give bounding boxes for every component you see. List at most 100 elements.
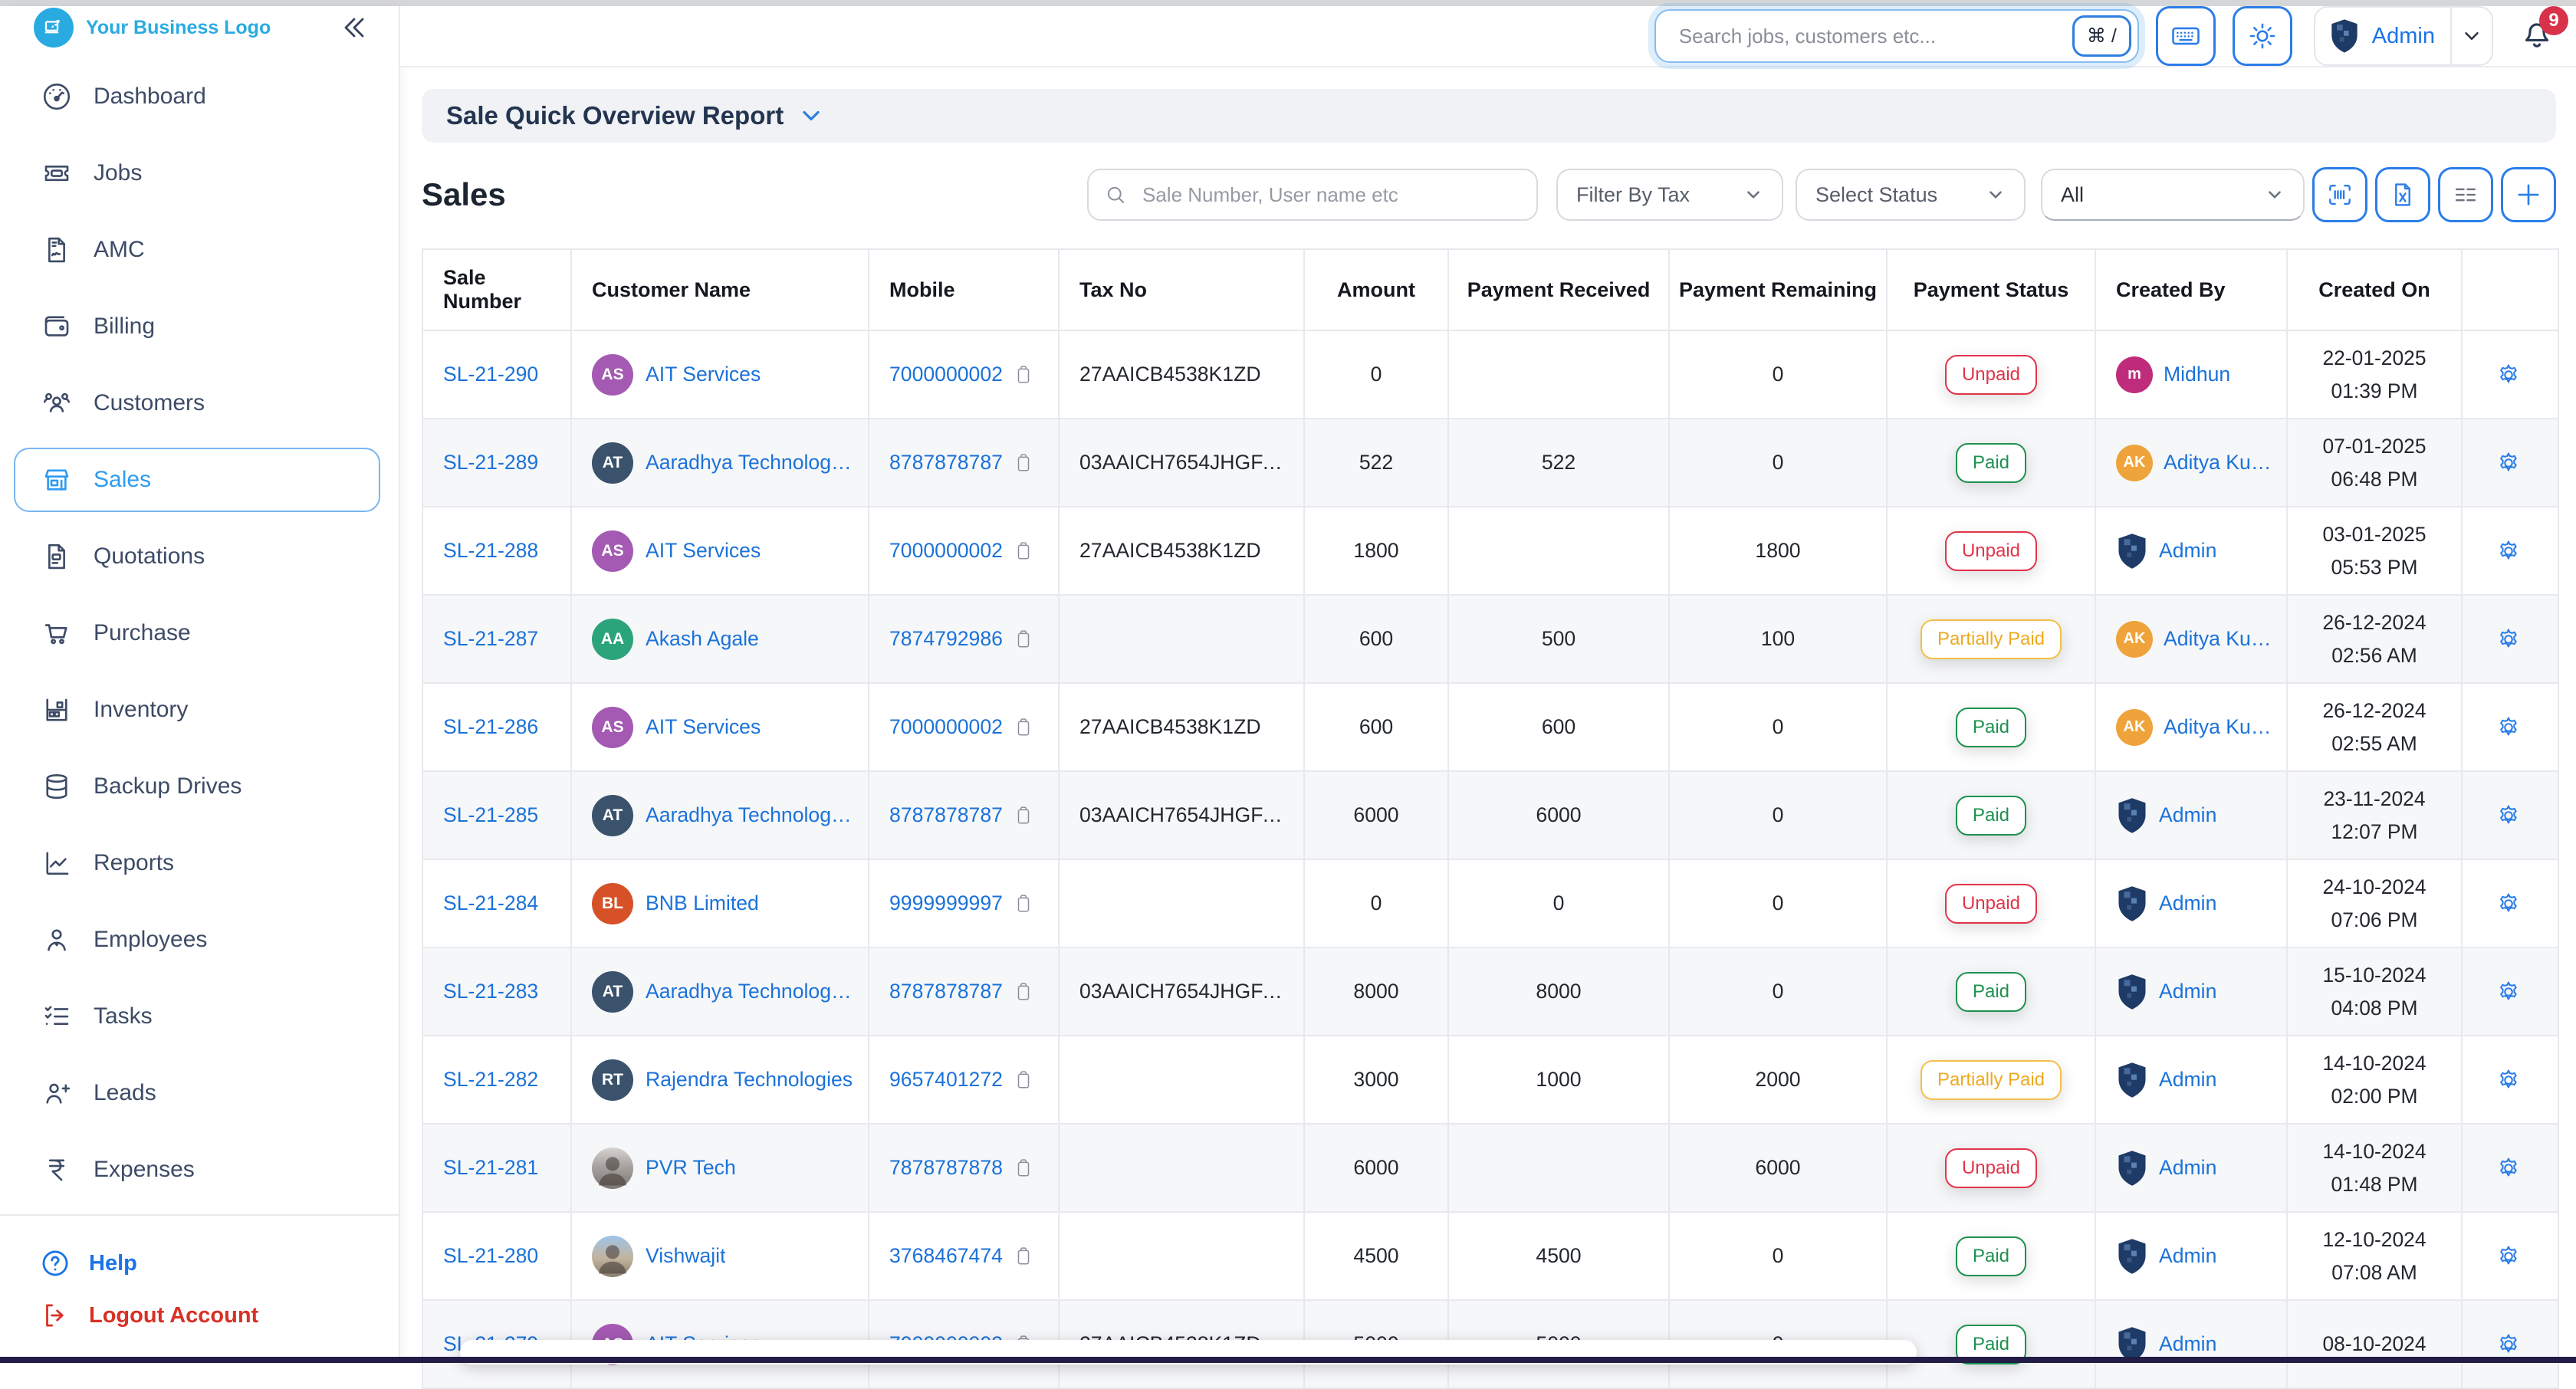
customer-name-link[interactable]: AIT Services: [646, 363, 761, 386]
customer-name-link[interactable]: PVR Tech: [646, 1156, 736, 1180]
sale-number-link[interactable]: SL-21-286: [443, 715, 538, 739]
creator-name-link[interactable]: Admin: [2159, 1332, 2216, 1356]
sidebar-item-expenses[interactable]: Expenses: [14, 1138, 380, 1202]
global-search-input[interactable]: [1676, 23, 2072, 50]
creator-name-link[interactable]: Aditya Kumar: [2164, 627, 2274, 651]
export-excel-button[interactable]: [2375, 167, 2430, 222]
sidebar-item-sales[interactable]: Sales: [14, 448, 380, 512]
creator-name-link[interactable]: Aditya Kumar: [2164, 451, 2274, 474]
row-settings-gear-icon[interactable]: [2469, 801, 2548, 830]
sale-number-link[interactable]: SL-21-280: [443, 1244, 538, 1268]
logout-button[interactable]: Logout Account: [0, 1289, 399, 1341]
row-settings-gear-icon[interactable]: [2469, 448, 2548, 478]
copy-icon[interactable]: [1014, 804, 1033, 827]
sidebar-item-amc[interactable]: AMC: [14, 218, 380, 282]
creator-name-link[interactable]: Admin: [2159, 1156, 2216, 1180]
creator-name-link[interactable]: Admin: [2159, 980, 2216, 1003]
business-logo-icon[interactable]: [34, 8, 74, 48]
sale-number-link[interactable]: SL-21-287: [443, 627, 538, 651]
filter-by-tax-select[interactable]: Filter By Tax: [1556, 169, 1783, 221]
add-sale-button[interactable]: [2501, 167, 2556, 222]
copy-icon[interactable]: [1014, 540, 1033, 563]
sidebar-collapse-icon[interactable]: [337, 11, 371, 44]
mobile-link[interactable]: 9999999997: [889, 892, 1003, 915]
customer-name-link[interactable]: Akash Agale: [646, 627, 759, 651]
row-settings-gear-icon[interactable]: [2469, 889, 2548, 918]
sidebar-item-billing[interactable]: Billing: [14, 294, 380, 359]
mobile-link[interactable]: 8787878787: [889, 803, 1003, 827]
sidebar-item-tasks[interactable]: Tasks: [14, 984, 380, 1049]
notifications-bell[interactable]: 9: [2518, 14, 2556, 58]
sidebar-item-purchase[interactable]: Purchase: [14, 601, 380, 665]
sidebar-item-leads[interactable]: Leads: [14, 1061, 380, 1125]
sidebar-item-quotations[interactable]: Quotations: [14, 524, 380, 589]
sidebar-item-customers[interactable]: Customers: [14, 371, 380, 435]
creator-name-link[interactable]: Aditya Kumar: [2164, 715, 2274, 739]
copy-icon[interactable]: [1014, 892, 1033, 915]
creator-name-link[interactable]: Admin: [2159, 803, 2216, 827]
customer-name-link[interactable]: AIT Services: [646, 539, 761, 563]
creator-name-link[interactable]: Midhun: [2164, 363, 2230, 386]
customer-name-link[interactable]: Aaradhya Technologies: [646, 803, 856, 827]
copy-icon[interactable]: [1014, 1245, 1033, 1268]
sidebar-item-reports[interactable]: Reports: [14, 831, 380, 895]
creator-name-link[interactable]: Admin: [2159, 1244, 2216, 1268]
report-selector-bar[interactable]: Sale Quick Overview Report: [422, 89, 2556, 143]
copy-icon[interactable]: [1014, 363, 1033, 386]
row-settings-gear-icon[interactable]: [2469, 360, 2548, 389]
sidebar-item-inventory[interactable]: Inventory: [14, 678, 380, 742]
mobile-link[interactable]: 9657401272: [889, 1068, 1003, 1092]
row-settings-gear-icon[interactable]: [2469, 713, 2548, 742]
copy-icon[interactable]: [1014, 1157, 1033, 1180]
mobile-link[interactable]: 8787878787: [889, 451, 1003, 474]
mobile-link[interactable]: 7000000002: [889, 715, 1003, 739]
creator-name-link[interactable]: Admin: [2159, 539, 2216, 563]
report-chevron-down-icon[interactable]: [797, 102, 825, 130]
copy-icon[interactable]: [1014, 980, 1033, 1003]
row-settings-gear-icon[interactable]: [2469, 1154, 2548, 1183]
table-search-input[interactable]: [1139, 182, 1521, 209]
row-settings-gear-icon[interactable]: [2469, 1330, 2548, 1359]
mobile-link[interactable]: 7874792986: [889, 627, 1003, 651]
row-settings-gear-icon[interactable]: [2469, 1066, 2548, 1095]
customer-name-link[interactable]: Rajendra Technologies: [646, 1068, 853, 1092]
column-settings-button[interactable]: [2438, 167, 2493, 222]
sidebar-item-dashboard[interactable]: Dashboard: [14, 64, 380, 129]
row-settings-gear-icon[interactable]: [2469, 977, 2548, 1006]
copy-icon[interactable]: [1014, 452, 1033, 474]
copy-icon[interactable]: [1014, 1069, 1033, 1092]
customer-name-link[interactable]: Aaradhya Technologies: [646, 451, 856, 474]
barcode-scan-button[interactable]: [2312, 167, 2367, 222]
sidebar-item-jobs[interactable]: Jobs: [14, 141, 380, 205]
customer-name-link[interactable]: BNB Limited: [646, 892, 759, 915]
row-settings-gear-icon[interactable]: [2469, 537, 2548, 566]
sale-number-link[interactable]: SL-21-284: [443, 892, 538, 915]
theme-brightness-button[interactable]: [2233, 6, 2292, 66]
row-settings-gear-icon[interactable]: [2469, 1242, 2548, 1271]
copy-icon[interactable]: [1014, 628, 1033, 651]
sale-number-link[interactable]: SL-21-281: [443, 1156, 538, 1180]
sale-number-link[interactable]: SL-21-290: [443, 363, 538, 386]
user-menu[interactable]: Admin: [2314, 6, 2493, 66]
mobile-link[interactable]: 8787878787: [889, 980, 1003, 1003]
sale-number-link[interactable]: SL-21-283: [443, 980, 538, 1003]
sale-number-link[interactable]: SL-21-285: [443, 803, 538, 827]
copy-icon[interactable]: [1014, 716, 1033, 739]
mobile-link[interactable]: 3768467474: [889, 1244, 1003, 1268]
sidebar-item-employees[interactable]: Employees: [14, 908, 380, 972]
customer-name-link[interactable]: Aaradhya Technologies: [646, 980, 856, 1003]
row-settings-gear-icon[interactable]: [2469, 625, 2548, 654]
mobile-link[interactable]: 7000000002: [889, 539, 1003, 563]
keyboard-shortcuts-button[interactable]: [2156, 6, 2216, 66]
sale-number-link[interactable]: SL-21-288: [443, 539, 538, 563]
creator-name-link[interactable]: Admin: [2159, 892, 2216, 915]
sale-number-link[interactable]: SL-21-282: [443, 1068, 538, 1092]
customer-name-link[interactable]: Vishwajit: [646, 1244, 725, 1268]
sidebar-item-backup-drives[interactable]: Backup Drives: [14, 754, 380, 819]
creator-name-link[interactable]: Admin: [2159, 1068, 2216, 1092]
customer-name-link[interactable]: AIT Services: [646, 715, 761, 739]
mobile-link[interactable]: 7000000002: [889, 363, 1003, 386]
date-range-select[interactable]: All: [2041, 169, 2305, 221]
sale-number-link[interactable]: SL-21-289: [443, 451, 538, 474]
mobile-link[interactable]: 7878787878: [889, 1156, 1003, 1180]
